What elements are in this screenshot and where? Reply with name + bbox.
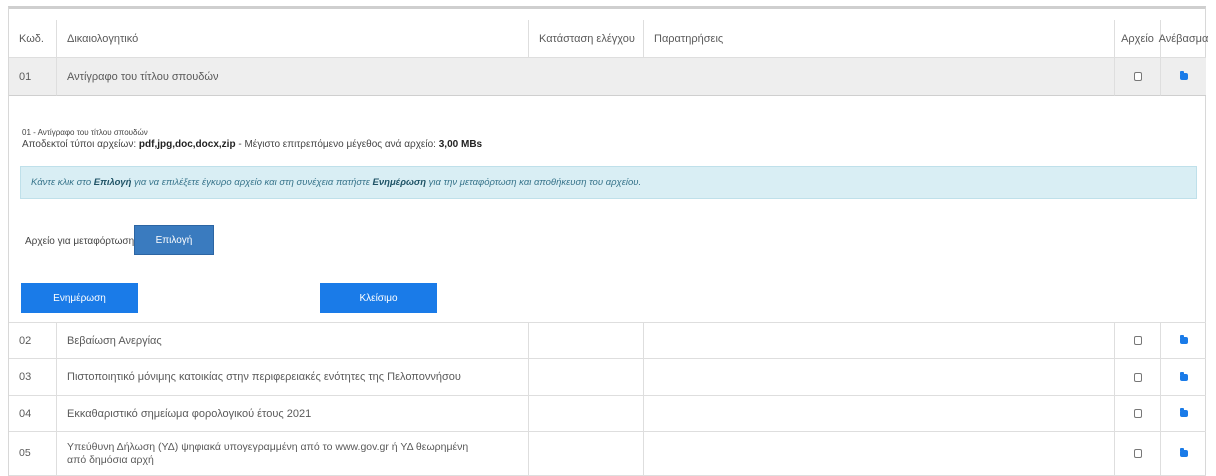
row-upload[interactable] (1161, 58, 1206, 96)
row-document-name: Βεβαίωση Ανεργίας (57, 323, 529, 359)
folder-upload-icon[interactable] (1179, 71, 1188, 80)
row-file[interactable] (1115, 432, 1161, 476)
row-remarks (644, 396, 1115, 432)
file-checkbox-icon[interactable] (1133, 72, 1142, 81)
row-remarks (644, 432, 1115, 476)
table-row[interactable]: 03 Πιστοποιητικό μόνιμης κατοικίας στην … (9, 359, 1206, 396)
header-code: Κωδ. (9, 20, 57, 58)
row-check-status (529, 359, 644, 396)
row-file[interactable] (1115, 323, 1161, 359)
row-check-status (529, 323, 644, 359)
table-header: Κωδ. Δικαιολογητικό Κατάσταση ελέγχου Πα… (9, 20, 1208, 58)
update-button[interactable]: Ενημέρωση (21, 283, 138, 313)
row-upload[interactable] (1161, 323, 1206, 359)
row-check-status (529, 432, 644, 476)
row-remarks (644, 359, 1115, 396)
header-check-status: Κατάσταση ελέγχου (529, 20, 644, 58)
file-to-upload-label: Αρχείο για μεταφόρτωση (25, 236, 135, 247)
row-document-name: Αντίγραφο του τίτλου σπουδών (57, 58, 1115, 96)
close-button[interactable]: Κλείσιμο (320, 283, 437, 313)
header-file: Αρχείο (1115, 20, 1161, 58)
file-checkbox-icon[interactable] (1133, 372, 1142, 382)
folder-upload-icon[interactable] (1179, 448, 1188, 457)
folder-upload-icon[interactable] (1179, 335, 1188, 344)
accepted-file-types: Αποδεκτοί τύποι αρχείων: pdf,jpg,doc,doc… (22, 139, 483, 150)
table-row[interactable]: 02 Βεβαίωση Ανεργίας (9, 323, 1206, 359)
row-upload[interactable] (1161, 359, 1206, 396)
row-file[interactable] (1115, 359, 1161, 396)
row-check-status (529, 396, 644, 432)
row-code: 03 (9, 359, 57, 396)
table-row[interactable]: 05 Υπεύθυνη Δήλωση (ΥΔ) ψηφιακά υπογεγρα… (9, 432, 1206, 476)
row-code: 04 (9, 396, 57, 432)
upload-info-alert: Κάντε κλικ στο Επιλογή για να επιλέξετε … (20, 166, 1197, 199)
header-document: Δικαιολογητικό (57, 20, 529, 58)
folder-upload-icon[interactable] (1179, 371, 1188, 381)
panel-document-title: 01 - Αντίγραφο του τίτλου σπουδών (22, 128, 148, 137)
file-checkbox-icon[interactable] (1133, 336, 1142, 345)
table-row[interactable]: 01 Αντίγραφο του τίτλου σπουδών (9, 58, 1206, 96)
upload-panel: 01 - Αντίγραφο του τίτλου σπουδών Αποδεκ… (9, 96, 1206, 323)
row-document-name: Υπεύθυνη Δήλωση (ΥΔ) ψηφιακά υπογεγραμμέ… (57, 432, 529, 476)
table-row[interactable]: 04 Εκκαθαριστικό σημείωμα φορολογικού έτ… (9, 396, 1206, 432)
row-document-name: Εκκαθαριστικό σημείωμα φορολογικού έτους… (57, 396, 529, 432)
folder-upload-icon[interactable] (1179, 408, 1188, 417)
row-file[interactable] (1115, 396, 1161, 432)
header-upload: Ανέβασμα (1159, 20, 1208, 58)
row-remarks (644, 323, 1115, 359)
file-checkbox-icon[interactable] (1133, 449, 1142, 458)
row-code: 05 (9, 432, 57, 476)
row-code: 02 (9, 323, 57, 359)
row-upload[interactable] (1161, 396, 1206, 432)
row-file[interactable] (1115, 58, 1161, 96)
row-upload[interactable] (1161, 432, 1206, 476)
file-checkbox-icon[interactable] (1133, 409, 1142, 418)
header-remarks: Παρατηρήσεις (644, 20, 1115, 58)
select-file-button[interactable]: Επιλογή (134, 225, 214, 255)
row-code: 01 (9, 58, 57, 96)
row-document-name: Πιστοποιητικό μόνιμης κατοικίας στην περ… (57, 359, 529, 396)
